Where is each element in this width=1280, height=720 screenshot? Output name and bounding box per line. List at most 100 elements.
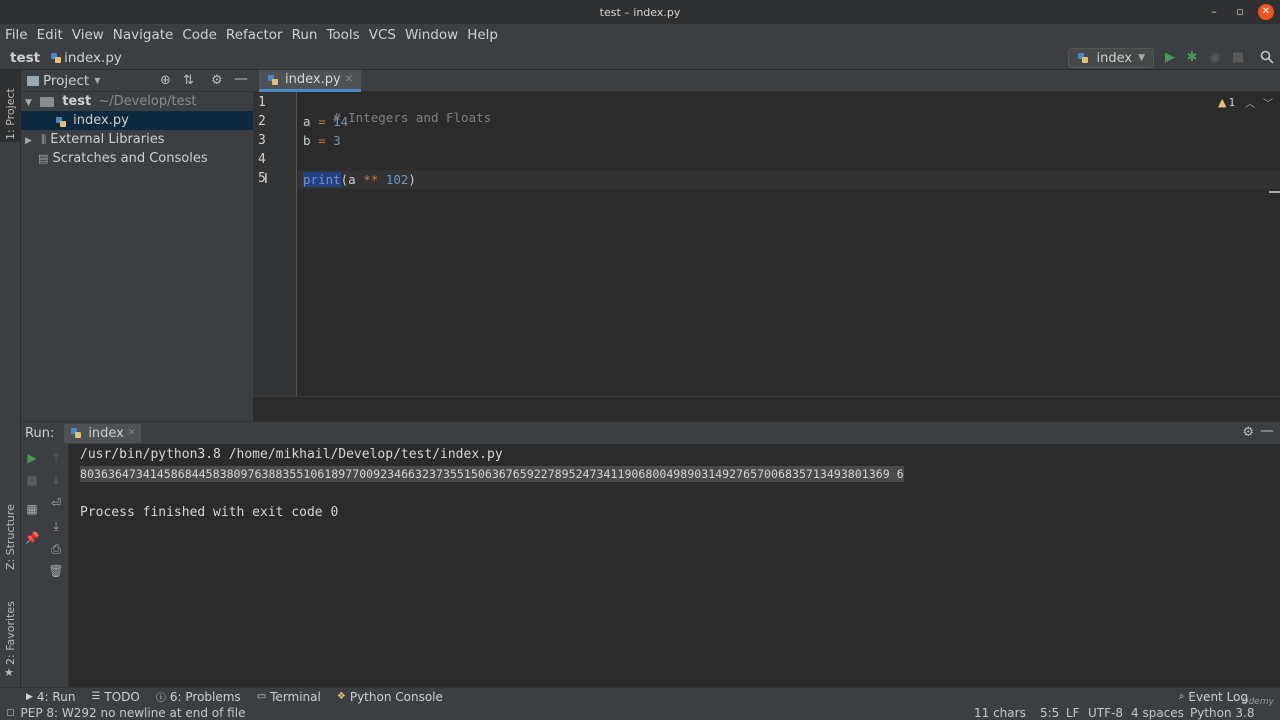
python-icon	[70, 427, 82, 439]
print-args-close: )	[408, 172, 416, 187]
title-bar: test – index.py	[0, 0, 1280, 24]
char-count: 11 chars	[974, 705, 1026, 720]
restore-icon[interactable]: ▫	[1232, 4, 1248, 20]
terminal-icon: ▭	[256, 691, 267, 702]
window-controls: – ▫ ✕	[1206, 4, 1274, 20]
tool-window-problems[interactable]: ⓘ 6: Problems	[155, 689, 241, 705]
run-console[interactable]: /usr/bin/python3.8 /home/mikhail/Develop…	[69, 444, 1280, 687]
menu-navigate[interactable]: Navigate	[112, 27, 180, 43]
menu-bar: File Edit View Navigate Code Refactor Ru…	[0, 24, 1280, 46]
scroll-marker	[1269, 191, 1280, 193]
tool-window-todo[interactable]: ☰ TODO	[91, 690, 139, 704]
tool-window-problems-label: 6: Problems	[169, 689, 241, 704]
run-icon[interactable]: ▶	[1162, 50, 1178, 66]
menu-vcs[interactable]: VCS	[368, 27, 402, 43]
run-tab-index[interactable]: index ✕	[64, 423, 142, 443]
tab-index-py[interactable]: index.py ✕	[259, 70, 362, 92]
collapse-all-icon[interactable]: ⇅	[183, 73, 194, 88]
line-number-gutter: 1 2 3 4 5 I	[253, 92, 297, 396]
tool-tab-favorites[interactable]: 2: Favorites	[4, 601, 17, 665]
line-number: 4	[258, 152, 266, 167]
menu-edit[interactable]: Edit	[36, 27, 69, 43]
cursor-position[interactable]: 5:5	[1040, 706, 1059, 720]
tool-window-python-console[interactable]: ❖ Python Console	[337, 690, 443, 704]
locate-icon[interactable]: ⊕	[160, 73, 171, 88]
debug-icon[interactable]: ✱	[1184, 50, 1200, 66]
stop-icon[interactable]: ■	[1230, 50, 1246, 66]
tree-item-root[interactable]: ▼ test ~/Develop/test	[21, 92, 253, 111]
coverage-icon[interactable]: ◉	[1207, 50, 1223, 66]
menu-refactor[interactable]: Refactor	[225, 27, 289, 43]
menu-window[interactable]: Window	[404, 27, 464, 43]
chevron-down-icon[interactable]: ▼	[94, 76, 100, 85]
project-panel-title[interactable]: Project	[43, 73, 89, 89]
menu-code[interactable]: Code	[181, 27, 223, 43]
gear-icon[interactable]: ⚙	[1242, 425, 1254, 440]
tool-window-bar: ▶ 4: Run ☰ TODO ⓘ 6: Problems ▭ Terminal…	[0, 687, 1280, 705]
hide-panel-icon[interactable]: —	[234, 71, 248, 87]
line-separator[interactable]: LF	[1066, 706, 1080, 720]
event-log-label: Event Log	[1188, 689, 1248, 704]
editor-tab-bar: index.py ✕	[253, 70, 1280, 92]
tool-window-terminal[interactable]: ▭ Terminal	[257, 690, 321, 704]
left-tool-strip: 1: Project Z: Structure 2: Favorites ★	[0, 70, 21, 687]
breadcrumb-project[interactable]: test	[10, 50, 40, 66]
minimize-icon[interactable]: –	[1206, 4, 1222, 20]
code-line-2: a = 14	[303, 114, 348, 129]
info-icon: ⓘ	[155, 693, 166, 704]
event-log-button[interactable]: ⌕ Event Log	[1179, 690, 1248, 704]
number-literal: 3	[333, 133, 341, 148]
close-tab-icon[interactable]: ✕	[345, 74, 353, 85]
python-icon	[1077, 52, 1089, 64]
chevron-right-icon: ▶	[25, 136, 32, 146]
file-encoding[interactable]: UTF-8	[1088, 706, 1123, 720]
tree-item-external-libraries[interactable]: ▶ ⫼ External Libraries	[21, 130, 253, 149]
number-literal: 102	[385, 172, 409, 187]
soft-wrap-icon[interactable]: ⏎	[48, 495, 64, 511]
warning-count: 1	[1228, 96, 1236, 109]
warning-indicator[interactable]: ▲ 1	[1218, 96, 1235, 109]
indent-setting[interactable]: 4 spaces	[1131, 706, 1184, 720]
print-icon[interactable]: ⎙	[48, 541, 64, 557]
close-icon[interactable]: ✕	[1258, 4, 1274, 20]
menu-tools[interactable]: Tools	[325, 27, 365, 43]
pin-icon[interactable]: 📌	[24, 530, 40, 546]
chevron-down-icon[interactable]: ﹀	[1263, 95, 1273, 110]
search-icon[interactable]	[1259, 50, 1275, 66]
breadcrumb-file[interactable]: index.py	[64, 50, 122, 66]
line-number: 3	[258, 133, 266, 148]
arrow-down-icon[interactable]: ↓	[48, 472, 64, 488]
root-folder-path: ~/Develop/test	[98, 94, 197, 109]
menu-view[interactable]: View	[71, 27, 110, 43]
python-file-icon	[55, 115, 67, 127]
layout-icon[interactable]: ▦	[24, 501, 40, 517]
hide-panel-icon[interactable]: —	[1260, 423, 1274, 439]
tree-item-index-py[interactable]: index.py	[21, 111, 253, 130]
scroll-to-end-icon[interactable]: ⤓	[48, 518, 64, 534]
arrow-up-icon[interactable]: ↑	[48, 450, 64, 466]
list-icon: ☰	[91, 691, 101, 702]
status-bar: ▢ PEP 8: W292 no newline at end of file …	[0, 705, 1280, 720]
power-operator: **	[363, 172, 379, 187]
chevron-up-icon[interactable]: ︿	[1245, 95, 1255, 110]
trash-icon[interactable]: 🗑	[48, 563, 64, 579]
status-panel-icon[interactable]: ▢	[6, 708, 15, 718]
tool-tab-structure[interactable]: Z: Structure	[4, 504, 17, 570]
code-editor[interactable]: # Integers and Floats a = 14 b = 3 print…	[297, 92, 1280, 396]
gear-icon[interactable]: ⚙	[211, 73, 223, 88]
print-args-open: (a	[340, 172, 364, 187]
tool-window-run[interactable]: ▶ 4: Run	[26, 690, 75, 704]
tool-tab-project[interactable]: 1: Project	[4, 88, 17, 140]
run-configuration-select[interactable]: index ▼	[1067, 48, 1154, 68]
python-interpreter[interactable]: Python 3.8	[1190, 706, 1255, 720]
builtin-print: print	[303, 172, 341, 187]
close-tab-icon[interactable]: ✕	[128, 428, 136, 438]
udemy-watermark: Udemy	[1242, 697, 1274, 707]
menu-file[interactable]: File	[4, 27, 34, 43]
stop-icon[interactable]: ■	[24, 472, 40, 488]
tree-item-scratches[interactable]: ▤ Scratches and Consoles	[21, 149, 253, 168]
menu-help[interactable]: Help	[466, 27, 504, 43]
menu-run[interactable]: Run	[291, 27, 324, 43]
run-toolbar: ▶ ↑ ■ ↓ ▦ ⏎ 📌 ⤓ ⎙ 🗑	[21, 444, 69, 687]
rerun-icon[interactable]: ▶	[24, 450, 40, 466]
